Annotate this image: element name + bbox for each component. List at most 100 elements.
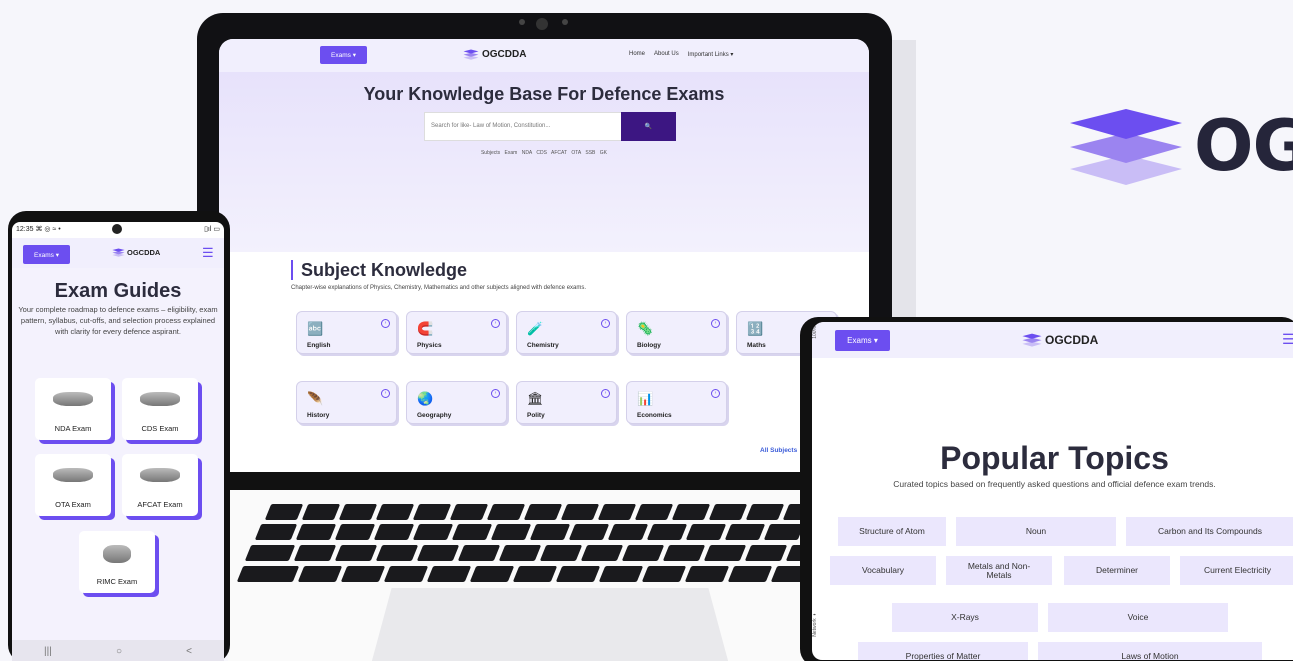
camera-dot <box>519 19 525 25</box>
key-row <box>264 504 859 520</box>
nav-link-home[interactable]: Home <box>629 51 645 58</box>
topic-chip[interactable]: Structure of Atom <box>838 517 946 546</box>
brand-logo-large: OG <box>1070 105 1293 187</box>
topic-chip[interactable]: Current Electricity <box>1180 556 1293 585</box>
subject-name: History <box>307 412 330 419</box>
phone-nav-bar: ||| ○ < <box>12 640 224 661</box>
tablet-side-indicator: 100% <box>812 326 818 339</box>
hamburger-menu-icon[interactable]: ☰ <box>202 246 214 259</box>
back-icon[interactable]: < <box>186 646 192 657</box>
exam-card-cds[interactable]: CDS Exam <box>122 378 198 440</box>
laptop-hinge <box>228 472 868 492</box>
camera-icon <box>112 224 122 234</box>
subject-card-physics[interactable]: 🧲 Physics › <box>406 311 507 354</box>
pie-chart-icon: 📊 <box>637 391 654 406</box>
building-icon <box>140 468 180 482</box>
exam-card-ota[interactable]: OTA Exam <box>35 454 111 516</box>
topic-chip[interactable]: X-Rays <box>892 603 1038 632</box>
topic-chip[interactable]: Noun <box>956 517 1116 546</box>
popular-topics-title: Popular Topics <box>940 440 1169 476</box>
brand-logo-text: OG <box>1194 105 1293 187</box>
tablet-screen: 100% Exams ▾ OGCDDA ☰ Popular Topics Cur… <box>812 322 1293 660</box>
subject-section-title: Subject Knowledge <box>291 260 467 280</box>
exam-name: AFCAT Exam <box>137 500 183 509</box>
site-logo-text: OGCDDA <box>127 248 161 257</box>
exams-dropdown-button[interactable]: Exams ▾ <box>835 330 890 351</box>
flask-icon: 🧪 <box>527 321 544 336</box>
nav-link-about[interactable]: About Us <box>654 51 679 58</box>
exam-guides-description: Your complete roadmap to defence exams –… <box>18 305 218 336</box>
exam-card-rimc[interactable]: RIMC Exam <box>79 531 155 593</box>
camera-dot <box>562 19 568 25</box>
topic-chip[interactable]: Laws of Motion <box>1038 642 1262 660</box>
subject-name: Biology <box>637 342 661 349</box>
ship-icon <box>53 468 93 482</box>
all-subjects-link[interactable]: All Subjects <box>760 447 797 454</box>
subject-name: Polity <box>527 412 545 419</box>
emblem-icon <box>103 545 131 563</box>
site-logo[interactable]: OGCDDA <box>1022 333 1098 347</box>
exam-name: RIMC Exam <box>96 577 138 586</box>
site-logo[interactable]: OGCDDA <box>463 49 526 60</box>
subject-card-chemistry[interactable]: 🧪 Chemistry › <box>516 311 617 354</box>
arrow-circle-icon: › <box>491 319 500 328</box>
subject-card-geography[interactable]: 🌏 Geography › <box>406 381 507 424</box>
subject-card-economics[interactable]: 📊 Economics › <box>626 381 727 424</box>
recent-apps-icon[interactable]: ||| <box>44 646 52 657</box>
topic-chip[interactable]: Properties of Matter <box>858 642 1028 660</box>
site-logo[interactable]: OGCDDA <box>112 248 160 257</box>
alphabet-blocks-icon: 🔤 <box>307 321 324 336</box>
topic-chip[interactable]: Carbon and Its Compounds <box>1126 517 1293 546</box>
topic-chip[interactable]: Vocabulary <box>830 556 936 585</box>
home-icon[interactable]: ○ <box>116 646 122 657</box>
aircraft-icon <box>53 392 93 406</box>
globe-icon: 🌏 <box>417 391 434 406</box>
arrow-circle-icon: › <box>381 389 390 398</box>
quick-tags[interactable]: Subjects Exam NDA CDS AFCAT OTA SSB GK <box>219 150 869 156</box>
layers-logo-icon <box>112 248 125 257</box>
subject-name: Chemistry <box>527 342 559 349</box>
exam-name: CDS Exam <box>141 424 179 433</box>
arrow-circle-icon: › <box>381 319 390 328</box>
subject-card-history[interactable]: 🪶 History › <box>296 381 397 424</box>
exams-dropdown-button[interactable]: Exams ▾ <box>320 46 367 64</box>
subject-name: Geography <box>417 412 452 419</box>
numbers-icon: 🔢 <box>747 321 764 336</box>
layers-logo-icon <box>463 49 479 60</box>
magnet-icon: 🧲 <box>417 321 434 336</box>
subject-name: Maths <box>747 342 766 349</box>
laptop-screen: Exams ▾ OGCDDA Home About Us Important L… <box>219 39 869 472</box>
search-input[interactable]: Search for like- Law of Motion, Constitu… <box>424 112 622 141</box>
nav-links: Home About Us Important Links ▾ <box>629 51 733 58</box>
subject-card-english[interactable]: 🔤 English › <box>296 311 397 354</box>
quill-icon: 🪶 <box>307 391 324 406</box>
topic-chip[interactable]: Voice <box>1048 603 1228 632</box>
phone-screen: 12:35 ⌘ ◎ ≈ • ▯ıl ▭ Exams ▾ OGCDDA ☰ Exa… <box>12 222 224 661</box>
exam-name: NDA Exam <box>54 424 92 433</box>
status-icons: ▯ıl ▭ <box>204 226 220 233</box>
laptop-navbar: Exams ▾ OGCDDA Home About Us Important L… <box>219 39 869 72</box>
site-logo-text: OGCDDA <box>1045 333 1099 347</box>
topic-chip[interactable]: Determiner <box>1064 556 1170 585</box>
key-row <box>244 545 870 561</box>
subject-name: Economics <box>637 412 672 419</box>
subject-card-polity[interactable]: 🏛 Polity › <box>516 381 617 424</box>
layers-logo-icon <box>1022 333 1042 347</box>
hamburger-menu-icon[interactable]: ☰ <box>1282 331 1293 348</box>
subject-name: English <box>307 342 331 349</box>
exams-dropdown-button[interactable]: Exams ▾ <box>23 245 70 264</box>
exam-card-nda[interactable]: NDA Exam <box>35 378 111 440</box>
exam-name: OTA Exam <box>55 500 91 509</box>
building-columns-icon: 🏛 <box>527 391 544 406</box>
popular-topics-description: Curated topics based on frequently asked… <box>893 479 1216 489</box>
subject-card-biology[interactable]: 🦠 Biology › <box>626 311 727 354</box>
exam-card-afcat[interactable]: AFCAT Exam <box>122 454 198 516</box>
status-time: 12:35 ⌘ ◎ ≈ • <box>16 226 61 233</box>
subject-name: Physics <box>417 342 442 349</box>
hero-title: Your Knowledge Base For Defence Exams <box>363 84 725 104</box>
topic-chip[interactable]: Metals and Non-Metals <box>946 556 1052 585</box>
tablet-network-indicator: Network ⌖ <box>812 612 818 637</box>
site-logo-text: OGCDDA <box>482 49 527 60</box>
search-button[interactable]: 🔍 <box>621 112 676 141</box>
nav-link-important-links[interactable]: Important Links ▾ <box>688 51 734 58</box>
